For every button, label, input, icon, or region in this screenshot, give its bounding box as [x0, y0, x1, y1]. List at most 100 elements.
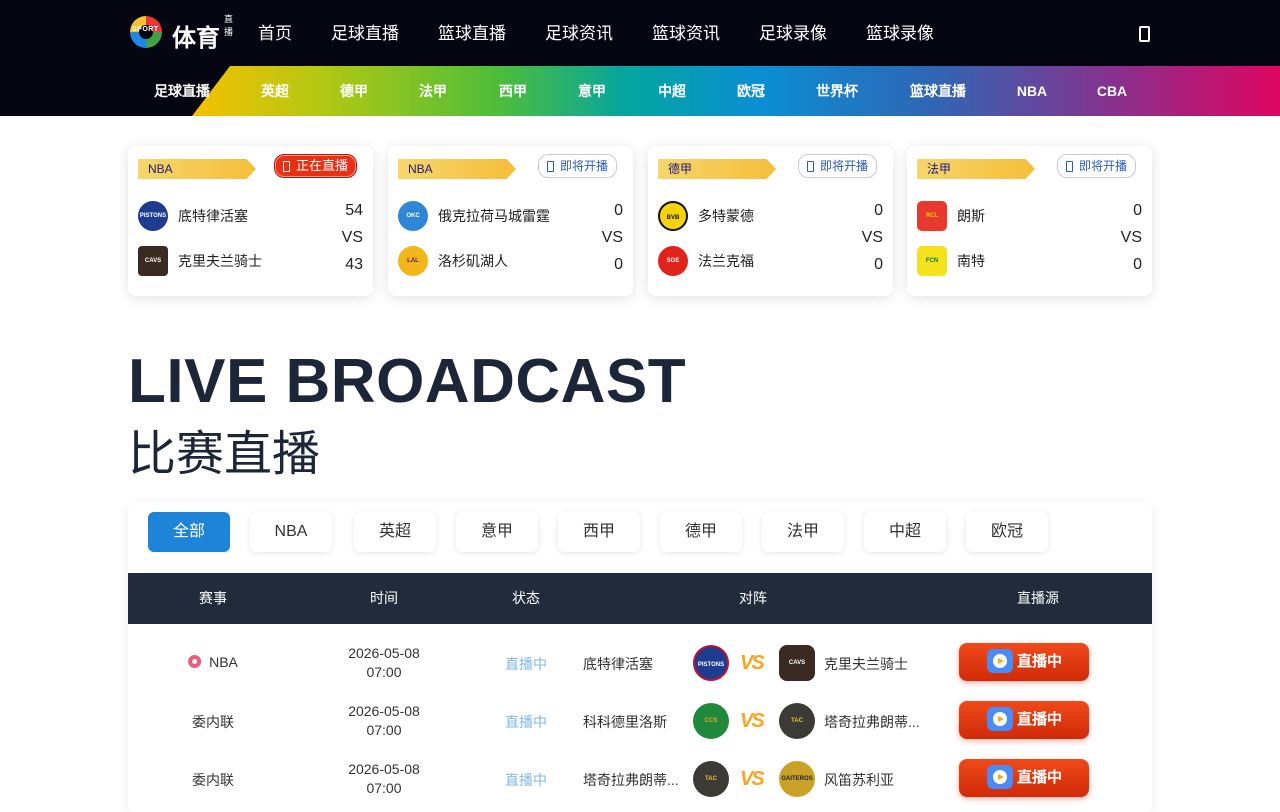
team-logo-icon: RCL [917, 201, 947, 231]
header-league: 赛事 [199, 590, 227, 606]
away-team: FCN 南特 [917, 246, 1142, 276]
row-home-team: 科科德里洛斯 [583, 714, 667, 730]
watch-live-button[interactable]: 直播中 [959, 643, 1089, 681]
vs-label: VS [601, 229, 623, 246]
away-score: 0 [874, 256, 883, 273]
team-name: 底特律活塞 [178, 208, 248, 224]
row-away-team: 塔奇拉弗朗蒂... [824, 714, 920, 730]
nav-home[interactable]: 首页 [258, 0, 292, 66]
table-row[interactable]: 委内联 2026-05-08 07:00 直播中 塔奇拉弗朗蒂... TAC VS… [128, 750, 1152, 808]
site-logo[interactable]: SPORT 体育 直播 [130, 12, 240, 52]
team-name: 克里夫兰骑士 [178, 253, 262, 269]
team-logo-icon: SGE [658, 246, 688, 276]
subnav-seriea[interactable]: 意甲 [578, 66, 606, 116]
away-team: LAL 洛杉矶湖人 [398, 246, 623, 276]
league-tag: 法甲 [917, 159, 1035, 179]
subnav-epl[interactable]: 英超 [261, 66, 289, 116]
subnav-bundesliga[interactable]: 德甲 [340, 66, 368, 116]
nav-basketball-news[interactable]: 篮球资讯 [652, 0, 720, 66]
filter-tab-seriea[interactable]: 意甲 [456, 512, 538, 552]
nav-football-replay[interactable]: 足球录像 [759, 0, 827, 66]
filter-tab-laliga[interactable]: 西甲 [558, 512, 640, 552]
subnav-worldcup[interactable]: 世界杯 [816, 66, 858, 116]
table-row[interactable]: 委内联 2026-05-08 07:00 直播中 科科德里洛斯 CCS VS TA… [128, 692, 1152, 750]
league-tag: NBA [398, 159, 516, 179]
header-source: 直播源 [1017, 590, 1059, 606]
phone-icon [546, 160, 554, 172]
away-score: 0 [614, 256, 623, 273]
subnav-football-live[interactable]: 足球直播 [154, 66, 210, 116]
home-team: RCL 朗斯 [917, 201, 1142, 231]
home-team-logo-icon: TAC [693, 761, 729, 797]
home-score: 0 [614, 202, 623, 219]
away-team-logo-icon: GAITEROS [779, 761, 815, 797]
team-logo-icon: CAVS [138, 246, 168, 276]
watch-live-button[interactable]: 直播中 [959, 759, 1089, 797]
live-now-badge[interactable]: 正在直播 [273, 154, 357, 178]
row-league: 委内联 [192, 714, 234, 730]
subnav-basketball-live[interactable]: 篮球直播 [910, 66, 966, 116]
team-logo-icon: FCN [917, 246, 947, 276]
match-card[interactable]: 法甲 即将开播 RCL 朗斯 FCN 南特 0 VS 0 [907, 146, 1152, 296]
nav-basketball-replay[interactable]: 篮球录像 [866, 0, 934, 66]
table-row[interactable]: NBA 2026-05-08 07:00 直播中 底特律活塞 PISTONS VS… [128, 634, 1152, 692]
subnav-csl[interactable]: 中超 [658, 66, 686, 116]
match-card[interactable]: NBA 正在直播 PISTONS 底特律活塞 CAVS 克里夫兰骑士 54 VS… [128, 146, 373, 296]
team-logo-icon: PISTONS [138, 201, 168, 231]
league-tag: NBA [138, 159, 256, 179]
vs-icon: VS [740, 768, 765, 790]
header-time: 时间 [370, 590, 398, 606]
nav-football-news[interactable]: 足球资讯 [545, 0, 613, 66]
filter-tab-ligue1[interactable]: 法甲 [762, 512, 844, 552]
top-navbar: SPORT 体育 直播 首页 足球直播 篮球直播 足球资讯 篮球资讯 足球录像 … [0, 0, 1280, 66]
home-team-logo-icon: CCS [693, 703, 729, 739]
watch-live-button[interactable]: 直播中 [959, 701, 1089, 739]
main-nav: 首页 足球直播 篮球直播 足球资讯 篮球资讯 足球录像 篮球录像 [258, 0, 973, 66]
row-away-team: 风笛苏利亚 [824, 772, 894, 788]
away-team-logo-icon: TAC [779, 703, 815, 739]
row-time: 2026-05-08 07:00 [348, 761, 420, 796]
home-team: OKC 俄克拉荷马城雷霆 [398, 201, 623, 231]
team-name: 南特 [957, 253, 985, 269]
vs-label: VS [1120, 229, 1142, 246]
coming-soon-badge[interactable]: 即将开播 [537, 154, 617, 178]
vs-label: VS [341, 229, 363, 246]
subnav-ucl[interactable]: 欧冠 [737, 66, 765, 116]
tv-play-icon [987, 765, 1013, 789]
logo-title: 体育 [172, 25, 220, 52]
filter-tab-epl[interactable]: 英超 [354, 512, 436, 552]
row-away-team: 克里夫兰骑士 [824, 656, 908, 672]
row-home-team: 底特律活塞 [583, 656, 653, 672]
subnav-nba[interactable]: NBA [1017, 66, 1047, 116]
filter-tab-csl[interactable]: 中超 [864, 512, 946, 552]
home-score: 0 [1133, 202, 1142, 219]
row-league: NBA [188, 654, 238, 670]
header-status: 状态 [512, 590, 540, 606]
team-name: 法兰克福 [698, 253, 754, 269]
filter-tab-bundesliga[interactable]: 德甲 [660, 512, 742, 552]
nav-basketball-live[interactable]: 篮球直播 [438, 0, 506, 66]
coming-soon-badge[interactable]: 即将开播 [797, 154, 877, 178]
filter-tab-all[interactable]: 全部 [148, 512, 230, 552]
subnav-laliga[interactable]: 西甲 [499, 66, 527, 116]
hot-fire-icon [188, 655, 202, 668]
filter-tab-nba[interactable]: NBA [250, 512, 332, 552]
row-time: 2026-05-08 07:00 [348, 703, 420, 738]
vs-label: VS [861, 229, 883, 246]
home-score: 0 [874, 202, 883, 219]
subnav-cba[interactable]: CBA [1097, 66, 1127, 116]
match-card[interactable]: NBA 即将开播 OKC 俄克拉荷马城雷霆 LAL 洛杉矶湖人 0 VS 0 [388, 146, 633, 296]
nav-football-live[interactable]: 足球直播 [331, 0, 399, 66]
home-score: 54 [345, 202, 363, 219]
team-name: 洛杉矶湖人 [438, 253, 508, 269]
subnav-ligue1[interactable]: 法甲 [419, 66, 447, 116]
row-status: 直播中 [505, 772, 547, 788]
mobile-phone-icon[interactable] [1139, 26, 1150, 42]
league-subnav: 足球直播 英超 德甲 法甲 西甲 意甲 中超 欧冠 世界杯 篮球直播 NBA C… [0, 66, 1280, 116]
match-card[interactable]: 德甲 即将开播 BVB 多特蒙德 SGE 法兰克福 0 VS 0 [648, 146, 893, 296]
row-status: 直播中 [505, 656, 547, 672]
section-title-zh: 比赛直播 [128, 428, 321, 481]
coming-soon-badge[interactable]: 即将开播 [1056, 154, 1136, 178]
logo-sport-text: SPORT [132, 26, 159, 33]
filter-tab-ucl[interactable]: 欧冠 [966, 512, 1048, 552]
